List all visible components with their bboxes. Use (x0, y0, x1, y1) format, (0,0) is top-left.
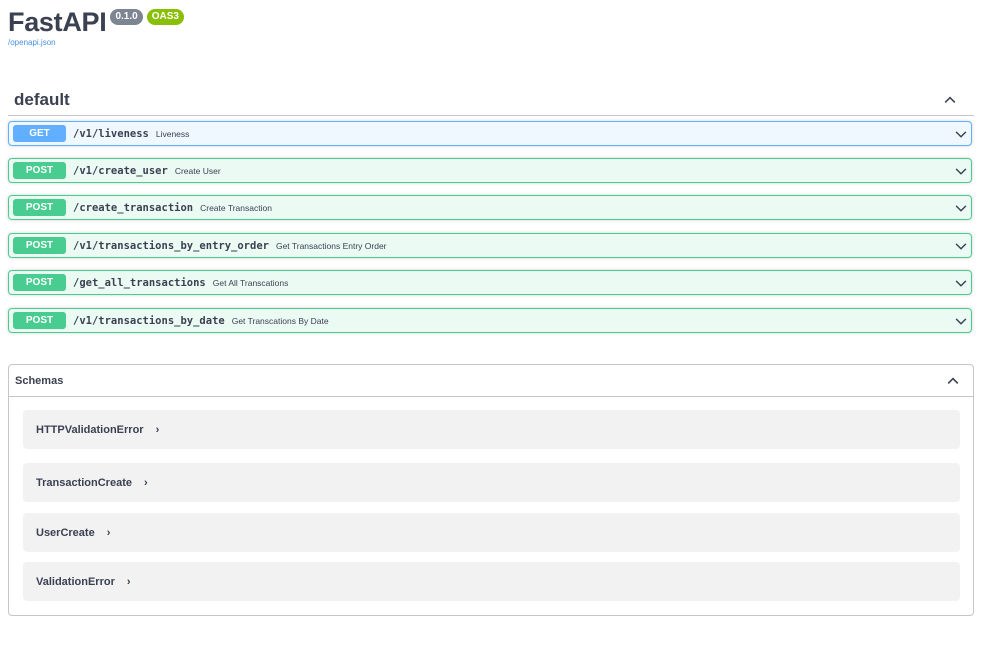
chevron-right-icon[interactable]: › (156, 424, 160, 436)
operation-post-transactions-by-entry-order[interactable]: POST /v1/transactions_by_entry_order Get… (8, 233, 972, 258)
operation-summary: Get Transactions Entry Order (275, 240, 387, 251)
operation-path: /v1/liveness (73, 127, 149, 140)
method-badge: POST (13, 312, 66, 329)
operation-post-get-all-transactions[interactable]: POST /get_all_transactions Get All Trans… (8, 270, 972, 295)
schema-item-httpvalidationerror[interactable]: HTTPValidationError › (23, 410, 960, 449)
chevron-up-icon[interactable] (942, 92, 958, 108)
method-badge: POST (13, 199, 66, 216)
title-row: FastAPI 0.1.0 OAS3 (8, 4, 184, 40)
operation-summary: Liveness (155, 128, 190, 139)
operation-post-create-transaction[interactable]: POST /create_transaction Create Transact… (8, 195, 972, 220)
operation-path: /v1/transactions_by_entry_order (73, 239, 269, 252)
schema-name: HTTPValidationError (36, 423, 144, 436)
method-badge: POST (13, 274, 66, 291)
chevron-down-icon[interactable] (954, 164, 968, 178)
oas-badge: OAS3 (146, 9, 184, 25)
api-title: FastAPI (8, 7, 107, 37)
chevron-right-icon[interactable]: › (144, 477, 148, 489)
chevron-down-icon[interactable] (954, 201, 968, 215)
chevron-right-icon[interactable]: › (127, 576, 131, 588)
chevron-right-icon[interactable]: › (107, 527, 111, 539)
operation-post-create-user[interactable]: POST /v1/create_user Create User (8, 158, 972, 183)
schema-item-transactioncreate[interactable]: TransactionCreate › (23, 463, 960, 502)
schemas-title: Schemas (15, 374, 64, 387)
method-badge: POST (13, 237, 66, 254)
chevron-down-icon[interactable] (954, 127, 968, 141)
operation-path: /create_transaction (73, 201, 194, 214)
chevron-up-icon[interactable] (945, 373, 961, 389)
chevron-down-icon[interactable] (954, 239, 968, 253)
operation-summary: Create Transaction (200, 202, 272, 213)
schema-name: TransactionCreate (36, 476, 132, 489)
version-badge: 0.1.0 (110, 9, 143, 25)
schema-item-validationerror[interactable]: ValidationError › (23, 562, 960, 601)
schema-item-usercreate[interactable]: UserCreate › (23, 513, 960, 552)
api-info: FastAPI 0.1.0 OAS3 /openapi.json (8, 4, 184, 47)
operation-summary: Create User (174, 165, 221, 176)
operation-post-transactions-by-date[interactable]: POST /v1/transactions_by_date Get Transc… (8, 308, 972, 333)
operation-summary: Get All Transcations (212, 277, 289, 288)
method-badge: POST (13, 162, 66, 179)
tag-name: default (14, 89, 70, 109)
schema-name: ValidationError (36, 575, 115, 588)
chevron-down-icon[interactable] (954, 276, 968, 290)
schemas-section: Schemas HTTPValidationError › Transactio… (8, 364, 974, 616)
operation-path: /get_all_transactions (73, 276, 206, 289)
schema-name: UserCreate (36, 526, 95, 539)
schemas-header[interactable]: Schemas (9, 365, 973, 397)
operation-path: /v1/transactions_by_date (73, 314, 225, 327)
chevron-down-icon[interactable] (954, 314, 968, 328)
tag-section-header-default[interactable]: default (8, 84, 974, 116)
method-badge: GET (13, 125, 66, 142)
operation-path: /v1/create_user (73, 164, 168, 177)
swagger-ui-page: FastAPI 0.1.0 OAS3 /openapi.json default… (0, 0, 1000, 654)
operation-summary: Get Transcations By Date (231, 315, 329, 326)
operation-get-liveness[interactable]: GET /v1/liveness Liveness (8, 121, 972, 146)
